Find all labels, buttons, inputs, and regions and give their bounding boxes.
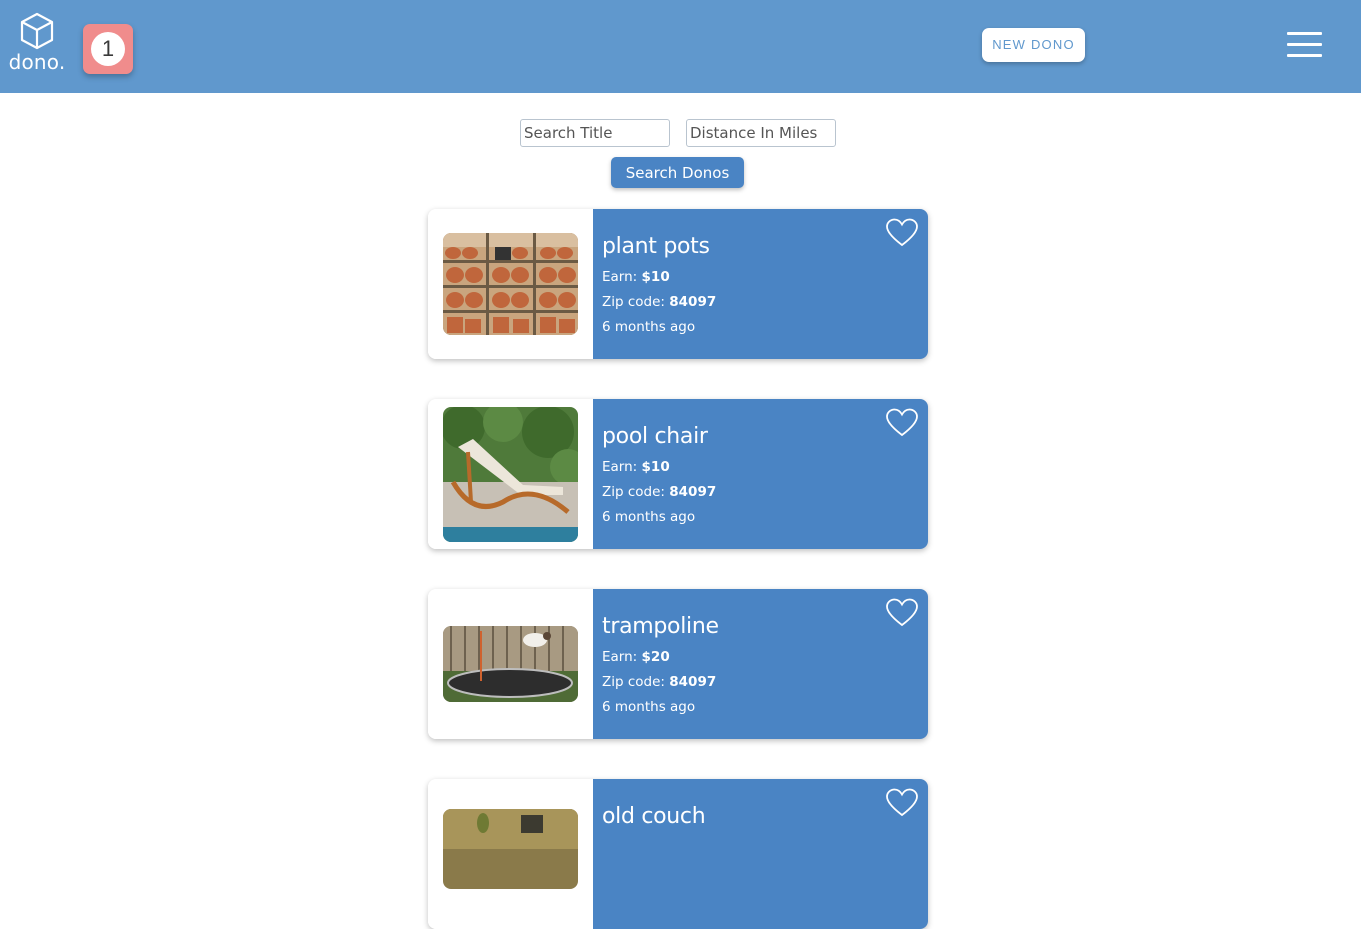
listing-title: trampoline bbox=[602, 614, 719, 639]
listing-card[interactable]: trampoline Earn: $20 Zip code: 84097 6 m… bbox=[428, 589, 928, 739]
search-title-input[interactable] bbox=[520, 119, 670, 147]
zip-value: 84097 bbox=[669, 484, 717, 500]
box-logo-icon bbox=[20, 12, 54, 50]
new-dono-button[interactable]: NEW DONO bbox=[982, 28, 1085, 62]
listing-zip: Zip code: 84097 bbox=[602, 484, 717, 500]
listing-details: pool chair Earn: $10 Zip code: 84097 6 m… bbox=[593, 399, 928, 549]
heart-icon[interactable] bbox=[886, 218, 918, 248]
listing-earn: Earn: $10 bbox=[602, 459, 670, 475]
hamburger-menu-icon[interactable] bbox=[1285, 30, 1323, 60]
heart-icon[interactable] bbox=[886, 598, 918, 628]
listing-zip: Zip code: 84097 bbox=[602, 674, 717, 690]
zip-value: 84097 bbox=[669, 674, 717, 690]
earn-value: $10 bbox=[641, 269, 670, 285]
listing-thumbnail bbox=[428, 209, 593, 359]
listing-details: old couch bbox=[593, 779, 928, 929]
listing-card[interactable]: pool chair Earn: $10 Zip code: 84097 6 m… bbox=[428, 399, 928, 549]
listing-posted: 6 months ago bbox=[602, 319, 696, 335]
listing-earn: Earn: $20 bbox=[602, 649, 670, 665]
listing-title: old couch bbox=[602, 804, 706, 829]
zip-value: 84097 bbox=[669, 294, 717, 310]
logo-text: dono. bbox=[8, 50, 66, 74]
listing-details: plant pots Earn: $10 Zip code: 84097 6 m… bbox=[593, 209, 928, 359]
listing-thumbnail bbox=[428, 589, 593, 739]
listing-earn: Earn: $10 bbox=[602, 269, 670, 285]
notification-count: 1 bbox=[91, 32, 125, 66]
listing-details: trampoline Earn: $20 Zip code: 84097 6 m… bbox=[593, 589, 928, 739]
listing-card[interactable]: old couch bbox=[428, 779, 928, 929]
pool-chair-image bbox=[443, 407, 578, 542]
listing-title: pool chair bbox=[602, 424, 708, 449]
listing-posted: 6 months ago bbox=[602, 699, 696, 715]
listing-zip: Zip code: 84097 bbox=[602, 294, 717, 310]
trampoline-image bbox=[443, 626, 578, 702]
listing-thumbnail bbox=[428, 399, 593, 549]
heart-icon[interactable] bbox=[886, 788, 918, 818]
earn-value: $10 bbox=[641, 459, 670, 475]
listing-thumbnail bbox=[428, 779, 593, 929]
earn-value: $20 bbox=[641, 649, 670, 665]
top-nav-bar: dono. 1 NEW DONO bbox=[0, 0, 1361, 93]
distance-input[interactable] bbox=[686, 119, 836, 147]
heart-icon[interactable] bbox=[886, 408, 918, 438]
plant-pots-image bbox=[443, 233, 578, 335]
listing-title: plant pots bbox=[602, 234, 710, 259]
dono-logo[interactable]: dono. bbox=[6, 12, 68, 76]
search-donos-button[interactable]: Search Donos bbox=[611, 157, 744, 188]
listing-posted: 6 months ago bbox=[602, 509, 696, 525]
listing-card[interactable]: plant pots Earn: $10 Zip code: 84097 6 m… bbox=[428, 209, 928, 359]
old-couch-image bbox=[443, 809, 578, 889]
notification-badge[interactable]: 1 bbox=[83, 24, 133, 74]
